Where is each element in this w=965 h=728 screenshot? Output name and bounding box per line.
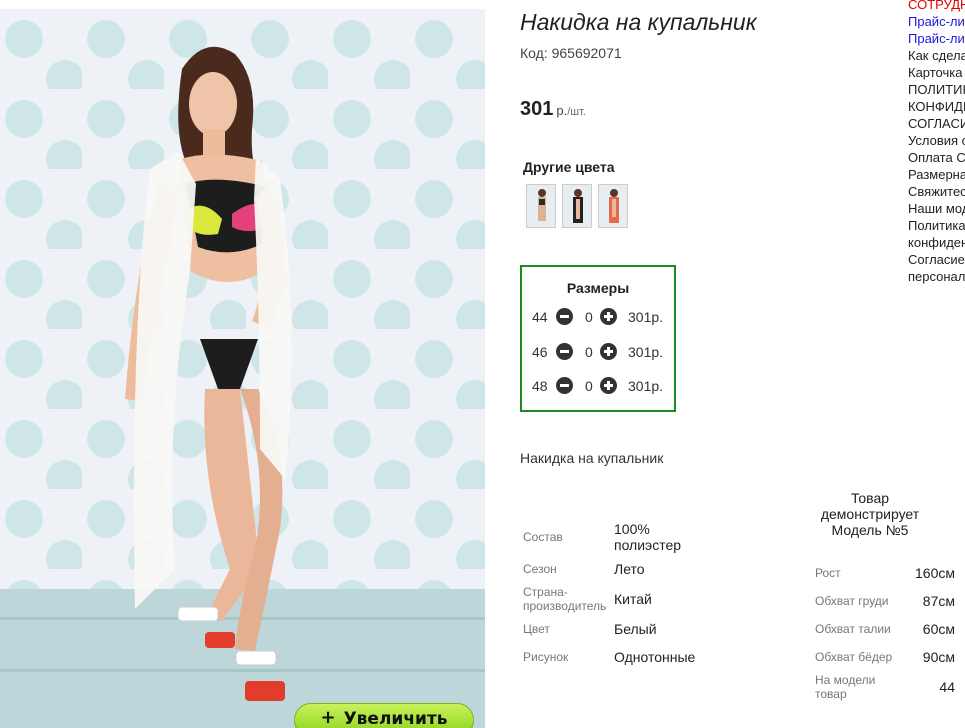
spec-label: Цвет	[523, 622, 550, 636]
spec-value: Однотонные	[614, 649, 696, 665]
model-param-label: Обхват груди	[815, 594, 889, 608]
plus-icon: +	[320, 707, 336, 728]
model-photo-illustration	[0, 9, 485, 728]
product-photo[interactable]: + Увеличить	[0, 9, 485, 728]
menu-link-price-list[interactable]: Прайс-лист	[908, 13, 965, 30]
zoom-button-label: Увеличить	[343, 709, 448, 728]
other-colors-title: Другие цвета	[523, 159, 615, 175]
product-code: Код: 965692071	[520, 45, 622, 61]
product-price: 301 р./шт.	[520, 98, 586, 121]
menu-link-price-list-2[interactable]: Прайс-лист	[908, 30, 965, 47]
product-title: Накидка на купальник	[520, 9, 757, 35]
plus-icon[interactable]	[600, 377, 617, 394]
spec-value: Китай	[614, 591, 652, 607]
model-param-label: Обхват талии	[815, 622, 891, 636]
model-param-value: 60см	[922, 621, 955, 637]
menu-link-policy[interactable]: ПОЛИТИКА	[908, 81, 965, 98]
spec-label: Состав	[523, 530, 563, 544]
size-label: 44	[532, 309, 548, 325]
minus-icon[interactable]	[556, 377, 573, 394]
model-param-value: 160см	[915, 565, 955, 581]
plus-icon[interactable]	[600, 308, 617, 325]
product-description: Накидка на купальник	[520, 450, 664, 466]
model-param-value: 90см	[922, 649, 955, 665]
spec-label: Рисунок	[523, 650, 569, 664]
menu-link-consent[interactable]: СОГЛАСИЕ	[908, 115, 965, 132]
plus-icon[interactable]	[600, 343, 617, 360]
model-param-value: 87см	[922, 593, 955, 609]
price-currency: р.	[556, 103, 568, 118]
size-quantity[interactable]: 0	[585, 309, 593, 325]
menu-link-contact[interactable]: Свяжитесь	[908, 183, 965, 200]
size-price: 301р.	[628, 344, 664, 360]
spec-label: Сезон	[523, 562, 557, 576]
model-heading: Товар демонстрирует Модель №5	[820, 490, 920, 538]
menu-link-card[interactable]: Карточка	[908, 64, 965, 81]
color-swatch-beige[interactable]	[526, 184, 556, 228]
sizes-panel: Размеры 44 0 301р. 46 0 301р. 48 0 301р.	[520, 265, 676, 412]
menu-link-payment[interactable]: Оплата С	[908, 149, 965, 166]
size-label: 48	[532, 378, 548, 394]
price-unit: /шт.	[567, 106, 586, 118]
menu-link-confidentiality[interactable]: КОНФИДЕНЦИАЛЬНОСТИ	[908, 98, 965, 115]
menu-link-partnership[interactable]: СОТРУДНИЧЕСТВО	[908, 0, 965, 13]
zoom-button[interactable]: + Увеличить	[294, 703, 474, 728]
model-param-label: На модели товар	[815, 673, 876, 701]
menu-link-payment-terms[interactable]: Условия оплаты	[908, 132, 965, 149]
menu-link-privacy-policy-2[interactable]: конфиденциальности	[908, 234, 965, 251]
size-row: 44 0 301р.	[532, 307, 672, 327]
size-price: 301р.	[628, 378, 664, 394]
size-row: 48 0 301р.	[532, 376, 672, 396]
menu-link-how-to-order[interactable]: Как сделать заказ	[908, 47, 965, 64]
sizes-title: Размеры	[566, 280, 630, 296]
price-value: 301	[520, 98, 554, 120]
model-param-label: Обхват бёдер	[815, 650, 893, 664]
minus-icon[interactable]	[556, 343, 573, 360]
menu-link-size-chart[interactable]: Размерная	[908, 166, 965, 183]
model-param-value: 44	[939, 679, 955, 695]
spec-value: Белый	[614, 621, 657, 637]
menu-link-privacy-policy[interactable]: Политика	[908, 217, 965, 234]
spec-label: Страна-производитель	[523, 585, 607, 613]
size-quantity[interactable]: 0	[585, 378, 593, 394]
size-row: 46 0 301р.	[532, 342, 672, 362]
size-label: 46	[532, 344, 548, 360]
spec-value: 100% полиэстер	[614, 521, 682, 553]
model-param-label: Рост	[815, 566, 841, 580]
menu-link-our-models[interactable]: Наши модели	[908, 200, 965, 217]
size-quantity[interactable]: 0	[585, 344, 593, 360]
color-swatch-black[interactable]	[562, 184, 592, 228]
menu-link-consent-2[interactable]: Согласие	[908, 251, 965, 268]
minus-icon[interactable]	[556, 308, 573, 325]
spec-value: Лето	[614, 561, 645, 577]
size-price: 301р.	[628, 309, 664, 325]
side-menu: СОТРУДНИЧЕСТВО Прайс-лист Прайс-лист Как…	[908, 0, 965, 285]
color-swatch-coral[interactable]	[598, 184, 628, 228]
menu-link-personal-data[interactable]: персональных	[908, 268, 965, 285]
